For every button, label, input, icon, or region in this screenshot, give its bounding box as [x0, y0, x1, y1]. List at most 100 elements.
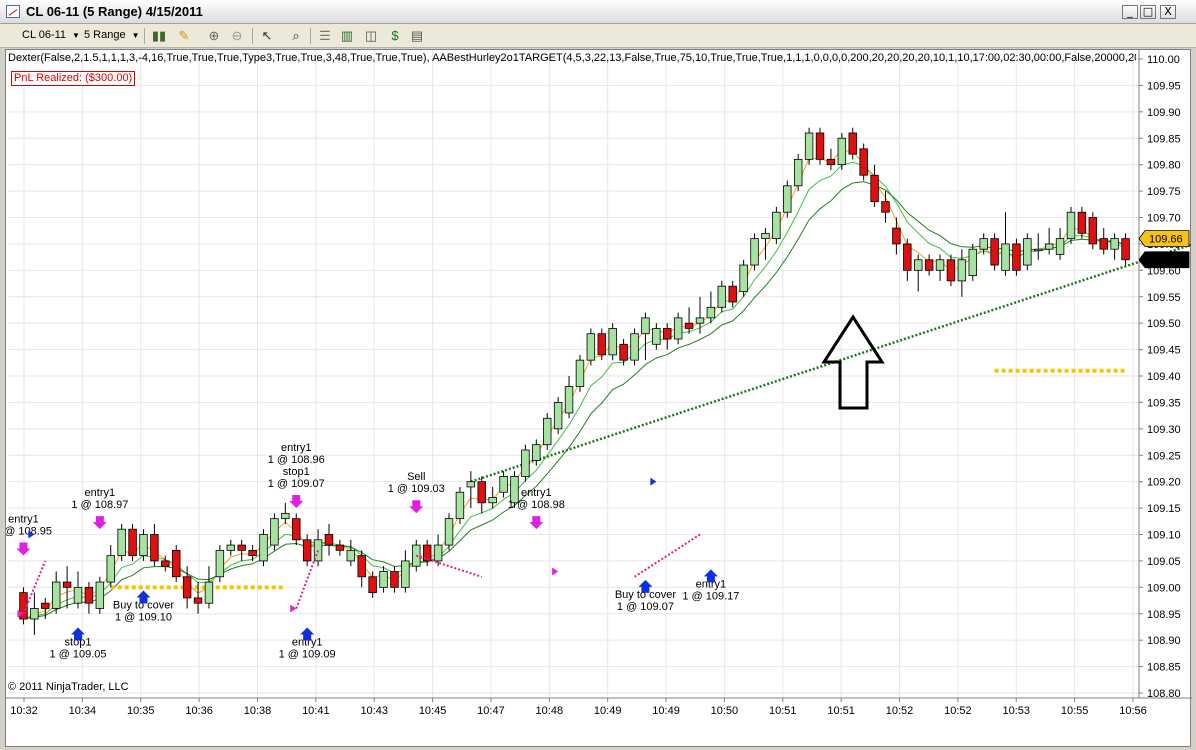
candle-body	[73, 586, 83, 604]
candle-body	[1023, 238, 1032, 266]
trade-annotation-text: 1 @ 108.96	[268, 454, 325, 466]
instrument-dropdown[interactable]: CL 06-11 ▼	[22, 27, 80, 44]
indicators-icon[interactable]: ▥	[338, 27, 356, 44]
y-tick-label: 109.30	[1147, 424, 1181, 436]
chart-window-icon	[6, 5, 20, 18]
title-bar: CL 06-11 (5 Range) 4/15/2011 _ □ X	[0, 0, 1196, 24]
candle-body	[968, 248, 977, 277]
candle-body	[30, 608, 39, 620]
candle-body	[84, 586, 94, 604]
chart-panel[interactable]: entry11 @ 108.95entry11 @ 108.97stop11 @…	[5, 49, 1192, 748]
candle-body	[663, 328, 672, 340]
price-chart[interactable]: entry11 @ 108.95entry11 @ 108.97stop11 @…	[6, 50, 1192, 748]
candle-body	[62, 581, 72, 588]
y-tick-label: 109.40	[1147, 371, 1181, 383]
x-tick-label: 10:51	[827, 705, 855, 717]
bar-style-icon[interactable]: ▮▮	[150, 27, 168, 44]
toolbar-separator	[310, 28, 311, 44]
candle-body	[193, 597, 203, 604]
sell-arrow-icon	[289, 494, 304, 508]
candle-body	[521, 449, 530, 477]
candle-body	[761, 232, 770, 240]
zoom-in-icon[interactable]: ⊕	[205, 27, 223, 44]
candle-body	[259, 534, 268, 562]
candle-body	[892, 227, 901, 245]
y-tick-label: 109.75	[1147, 186, 1181, 198]
minimize-button[interactable]: _	[1122, 5, 1138, 19]
candle-body	[728, 285, 737, 303]
trade-annotation: entry11 @ 109.09	[279, 627, 336, 660]
trade-annotation-text: entry1	[8, 514, 39, 526]
x-tick-label: 10:48	[536, 705, 564, 717]
chart-toolbar: CL 06-11 ▼ 5 Range ▼ ▮▮ ✎ ⊕ ⊖ ↖ ⌕ ☰ ▥ ◫ $ …	[0, 24, 1196, 48]
maximize-button[interactable]: □	[1140, 5, 1156, 19]
candle-body	[1034, 248, 1043, 252]
candle-body	[1055, 238, 1065, 255]
y-tick-label: 109.80	[1147, 160, 1181, 172]
candle-body	[117, 528, 126, 557]
draw-pencil-icon[interactable]: ✎	[175, 27, 193, 44]
candle-body	[946, 259, 956, 282]
market-analyzer-icon[interactable]: $	[386, 27, 404, 44]
candle-body	[401, 560, 410, 588]
x-tick-label: 10:56	[1119, 705, 1147, 717]
candle-body	[324, 534, 334, 546]
hollow-up-arrow-marker	[821, 314, 885, 410]
trade-annotation: Buy to cover1 @ 109.10	[113, 590, 174, 623]
strategies-icon[interactable]: ◫	[362, 27, 380, 44]
trade-annotation-text: 1 @ 109.03	[388, 483, 445, 495]
candle-body	[51, 581, 61, 609]
fast-average-line	[23, 149, 1126, 620]
pointer-icon[interactable]: ↖	[258, 27, 276, 44]
candle-body	[1044, 243, 1054, 250]
x-tick-label: 10:32	[10, 705, 38, 717]
candle-body	[859, 148, 868, 176]
zoom-out-icon[interactable]: ⊖	[228, 27, 246, 44]
x-tick-label: 10:51	[769, 705, 797, 717]
candle-body	[1066, 211, 1076, 240]
y-tick-label: 109.45	[1147, 345, 1181, 357]
candle-body	[652, 328, 661, 345]
properties-icon[interactable]: ☰	[316, 27, 334, 44]
data-box-icon[interactable]: ▤	[408, 27, 426, 44]
exit-marker-icon	[552, 567, 559, 576]
price-label-text: 109.66	[1149, 234, 1183, 246]
candle-body	[826, 158, 836, 166]
x-tick-label: 10:38	[244, 705, 272, 717]
candle-body	[226, 544, 235, 551]
trade-annotation-text: stop1	[283, 466, 310, 478]
candle-body	[1110, 238, 1119, 250]
candle-body	[270, 518, 279, 546]
y-tick-label: 109.05	[1147, 556, 1181, 568]
x-tick-label: 10:34	[69, 705, 97, 717]
x-tick-label: 10:35	[127, 705, 155, 717]
trade-connector-line	[633, 533, 701, 578]
candle-body	[608, 328, 617, 356]
indicator-parameters: Dexter(False,2,1.5,1,1,1,3,-4,16,True,Tr…	[8, 52, 1136, 64]
candle-body	[695, 317, 705, 324]
candle-body	[935, 259, 945, 271]
period-dropdown[interactable]: 5 Range ▼	[84, 27, 140, 44]
y-tick-label: 109.25	[1147, 450, 1181, 462]
candle-body	[302, 539, 312, 562]
close-button[interactable]: X	[1160, 5, 1176, 19]
candle-body	[292, 518, 301, 541]
candle-body	[281, 512, 290, 520]
x-tick-label: 10:41	[302, 705, 330, 717]
trade-annotation-text: 1 @ 109.10	[115, 611, 172, 623]
y-tick-label: 108.85	[1147, 662, 1181, 674]
candle-body	[793, 158, 803, 187]
magnify-icon[interactable]: ⌕	[287, 27, 305, 44]
candle-body	[553, 402, 563, 430]
y-tick-label: 110.00	[1147, 54, 1180, 66]
candle-body	[477, 481, 486, 504]
candle-body	[313, 539, 323, 562]
candle-body	[739, 264, 748, 292]
y-tick-label: 109.15	[1147, 503, 1181, 515]
time-axis: 10:32 10:34 10:35 10:36 10:38 10:41 10:43 10:45…	[6, 697, 1192, 717]
candle-body	[837, 137, 847, 166]
candle-body	[673, 317, 683, 340]
candle-body	[95, 581, 105, 609]
trade-annotation-text: 1 @ 109.07	[268, 478, 325, 490]
x-tick-label: 10:47	[477, 705, 505, 717]
